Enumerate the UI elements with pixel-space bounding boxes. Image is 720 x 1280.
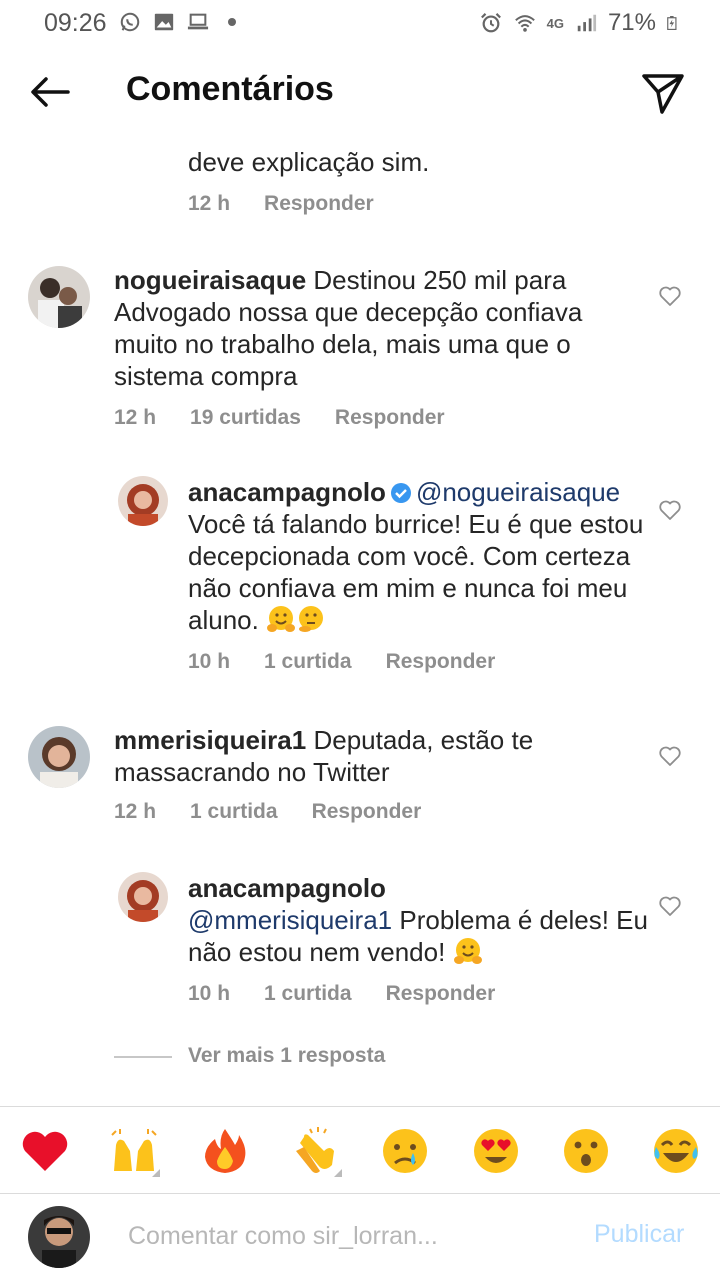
- comment-meta: 12 h 1 curtida Responder: [114, 800, 455, 824]
- publish-button[interactable]: Publicar: [594, 1220, 684, 1249]
- comment-input[interactable]: [126, 1218, 550, 1254]
- back-arrow-icon[interactable]: [28, 70, 72, 114]
- raising-hands-icon[interactable]: [108, 1125, 160, 1177]
- reply-button[interactable]: Responder: [386, 982, 496, 1005]
- battery-percent: 71%: [607, 9, 656, 36]
- fire-icon[interactable]: [199, 1125, 251, 1177]
- comment-item: nogueiraisaque Destinou 250 mil para Adv…: [0, 248, 720, 438]
- gallery-icon: [154, 13, 174, 31]
- comment-time: 12 h: [188, 192, 231, 215]
- battery-charging-icon: [667, 16, 677, 31]
- hugging-face-emoji-icon: [453, 938, 482, 964]
- likes-count[interactable]: 1 curtida: [190, 800, 278, 823]
- heart-eyes-face-icon[interactable]: [470, 1125, 522, 1177]
- status-bar: 09:26 4G 71%: [0, 0, 720, 46]
- comment-username[interactable]: nogueiraisaque: [114, 265, 306, 295]
- clapping-hands-icon[interactable]: [290, 1125, 342, 1177]
- tears-of-joy-face-icon[interactable]: [650, 1125, 702, 1177]
- emoji-reaction-bar: [0, 1107, 720, 1193]
- reply-button[interactable]: Responder: [386, 650, 496, 673]
- comment-item: mmerisiqueira1 Deputada, estão te massac…: [0, 712, 720, 832]
- alarm-icon: [480, 13, 501, 33]
- like-heart-icon[interactable]: [658, 744, 682, 768]
- comment-item: deve explicação sim. 12 h Responder: [0, 138, 720, 228]
- crying-face-icon[interactable]: [379, 1125, 431, 1177]
- comment-time: 12 h: [114, 406, 157, 429]
- comment-username[interactable]: mmerisiqueira1: [114, 725, 306, 755]
- comment-meta: 10 h 1 curtida Responder: [188, 650, 529, 674]
- comment-body: nogueiraisaque Destinou 250 mil para Adv…: [114, 264, 634, 392]
- my-avatar: [28, 1206, 90, 1268]
- avatar[interactable]: [118, 872, 168, 922]
- likes-count[interactable]: 1 curtida: [264, 982, 352, 1005]
- like-heart-icon[interactable]: [658, 894, 682, 918]
- avatar[interactable]: [118, 476, 168, 526]
- comment-body: mmerisiqueira1 Deputada, estão te massac…: [114, 724, 634, 788]
- likes-count[interactable]: 19 curtidas: [190, 406, 301, 429]
- comment-time: 10 h: [188, 982, 231, 1005]
- surprised-face-icon[interactable]: [560, 1125, 612, 1177]
- avatar[interactable]: [28, 266, 90, 328]
- thinking-face-emoji-icon: [299, 606, 324, 632]
- verified-badge-icon: [390, 483, 411, 503]
- comment-meta: 12 h 19 curtidas Responder: [114, 406, 479, 430]
- direct-message-icon[interactable]: [640, 70, 686, 116]
- avatar[interactable]: [28, 726, 90, 788]
- status-time: 09:26: [44, 9, 107, 37]
- likes-count[interactable]: 1 curtida: [264, 650, 352, 673]
- comment-composer: Publicar: [0, 1194, 720, 1280]
- network-type: 4G: [546, 15, 564, 31]
- comment-body: anacampagnolo @mmerisiqueira1 Problema é…: [188, 872, 648, 968]
- like-heart-icon[interactable]: [658, 284, 682, 308]
- laptop-icon: [187, 13, 209, 30]
- comment-mention[interactable]: @mmerisiqueira1: [188, 905, 392, 935]
- replies-divider: [114, 1056, 172, 1058]
- whatsapp-icon: [120, 12, 140, 32]
- hugging-face-emoji-icon: [267, 606, 296, 632]
- comment-reply: anacampagnolo @mmerisiqueira1 Problema é…: [0, 862, 720, 1012]
- comment-reply: anacampagnolo @nogueiraisaque Você tá fal…: [0, 466, 720, 676]
- notification-dot: [228, 18, 236, 26]
- comment-time: 10 h: [188, 650, 231, 673]
- like-heart-icon[interactable]: [658, 498, 682, 522]
- comment-username[interactable]: anacampagnolo: [188, 477, 386, 507]
- view-more-label: Ver mais 1 resposta: [188, 1044, 386, 1067]
- reply-button[interactable]: Responder: [264, 192, 374, 215]
- top-bar: Comentários: [0, 46, 720, 138]
- red-heart-icon[interactable]: [19, 1125, 71, 1177]
- wifi-icon: [514, 15, 535, 32]
- comment-text: Você tá falando burrice! Eu é que estou …: [188, 509, 644, 635]
- comment-username[interactable]: anacampagnolo: [188, 873, 386, 903]
- view-more-replies[interactable]: Ver mais 1 resposta: [114, 1044, 514, 1074]
- reply-button[interactable]: Responder: [335, 406, 445, 429]
- comment-time: 12 h: [114, 800, 157, 823]
- signal-icon: [577, 14, 597, 32]
- comment-text: deve explicação sim.: [188, 147, 430, 177]
- comment-mention[interactable]: @nogueiraisaque: [416, 477, 620, 507]
- comment-meta: 12 h Responder: [188, 192, 408, 216]
- reply-button[interactable]: Responder: [312, 800, 422, 823]
- page-title: Comentários: [126, 70, 334, 108]
- comment-meta: 10 h 1 curtida Responder: [188, 982, 529, 1006]
- comment-body: anacampagnolo @nogueiraisaque Você tá fal…: [188, 476, 648, 636]
